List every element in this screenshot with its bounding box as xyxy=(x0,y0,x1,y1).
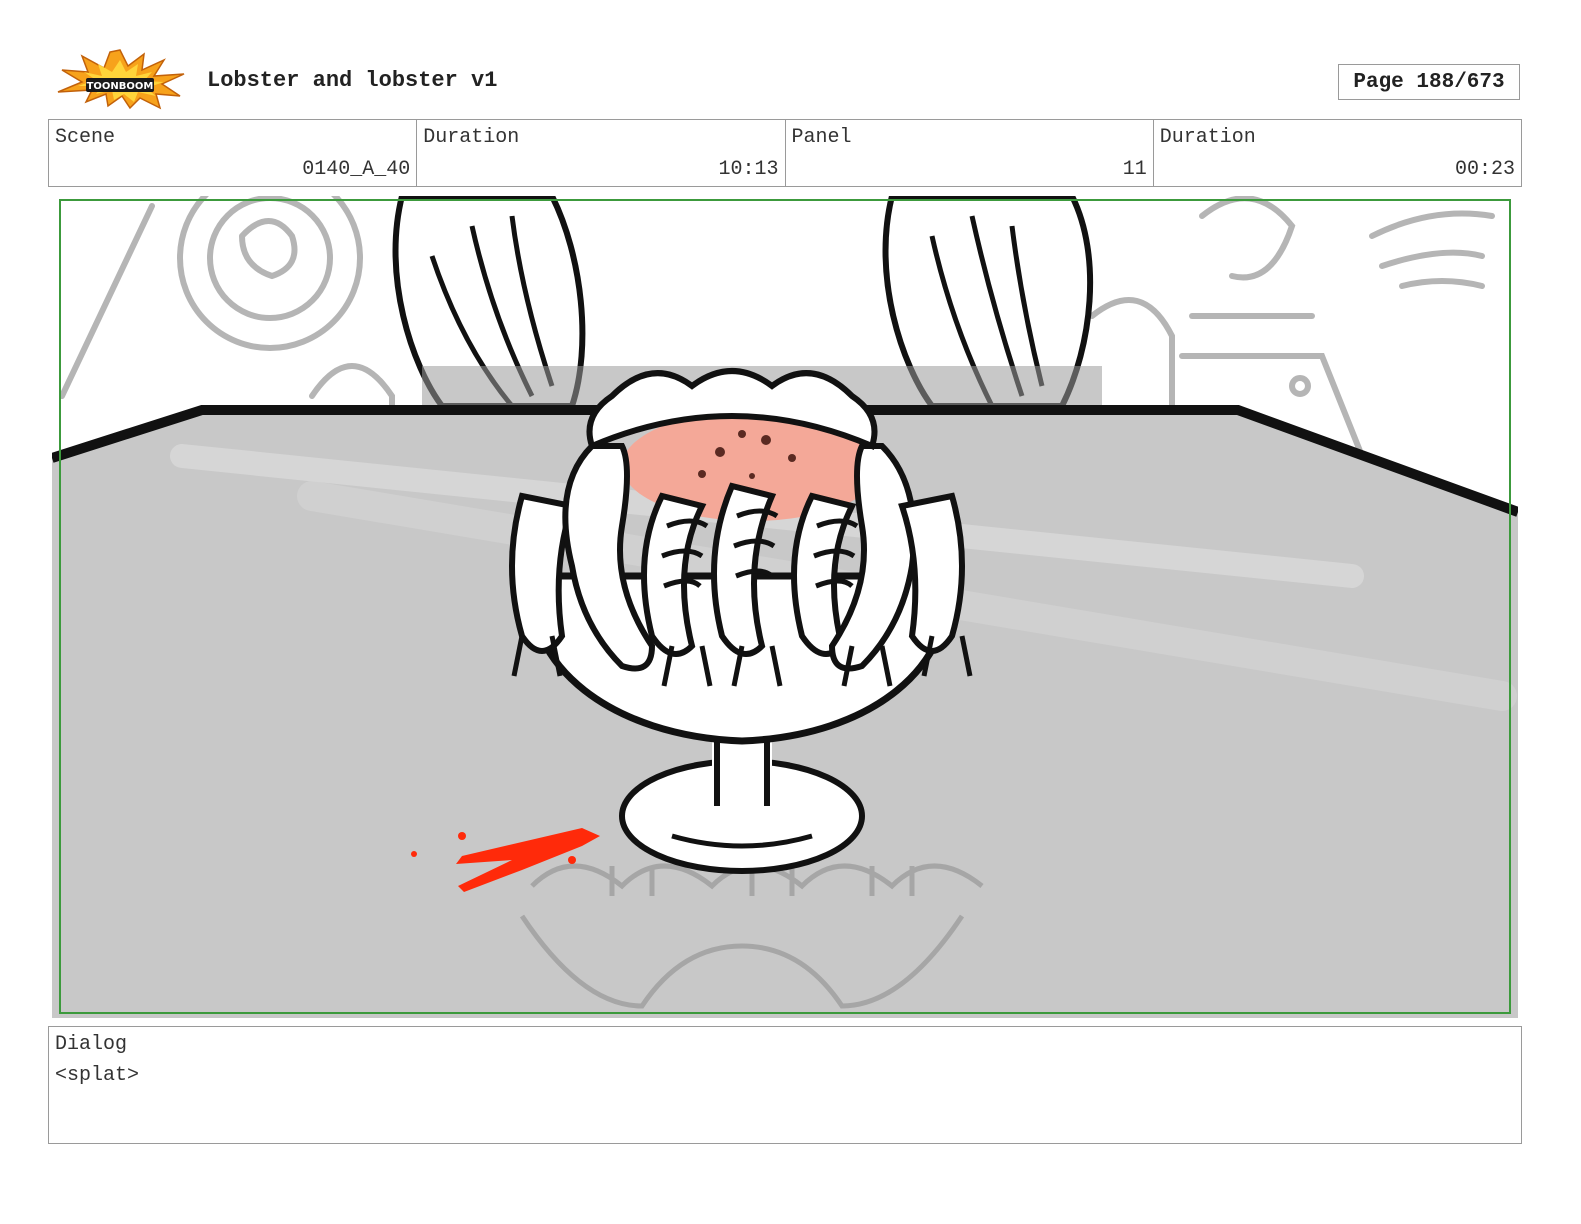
scene-duration-label: Duration xyxy=(423,126,520,149)
dialog-label: Dialog xyxy=(55,1033,128,1056)
page-number: Page 188/673 xyxy=(1338,64,1520,100)
panel-duration-cell: Duration 00:23 xyxy=(1154,120,1521,186)
logo-wordmark: TOONBOOM xyxy=(87,81,154,92)
scene-duration-value: 10:13 xyxy=(718,158,779,181)
dialog-text: <splat> xyxy=(55,1064,140,1087)
panel-duration-value: 00:23 xyxy=(1454,158,1515,181)
storyboard-panel-image xyxy=(52,196,1518,1018)
scene-info-table: Scene 0140_A_40 Duration 10:13 Panel 11 … xyxy=(48,119,1522,187)
scene-value: 0140_A_40 xyxy=(302,158,411,181)
toonboom-logo-graphic: TOONBOOM xyxy=(57,49,185,110)
scene-duration-cell: Duration 10:13 xyxy=(417,120,786,186)
panel-duration-label: Duration xyxy=(1159,126,1256,149)
panel-cell: Panel 11 xyxy=(786,120,1154,186)
storyboard-sketch xyxy=(52,196,1518,1018)
panel-value: 11 xyxy=(1122,158,1147,181)
document-title: Lobster and lobster v1 xyxy=(207,68,498,93)
scene-cell: Scene 0140_A_40 xyxy=(49,120,418,186)
dialog-box: Dialog <splat> xyxy=(48,1026,1522,1144)
scene-label: Scene xyxy=(55,126,116,149)
panel-label: Panel xyxy=(791,126,852,149)
toonboom-logo: TOONBOOM xyxy=(52,48,188,110)
